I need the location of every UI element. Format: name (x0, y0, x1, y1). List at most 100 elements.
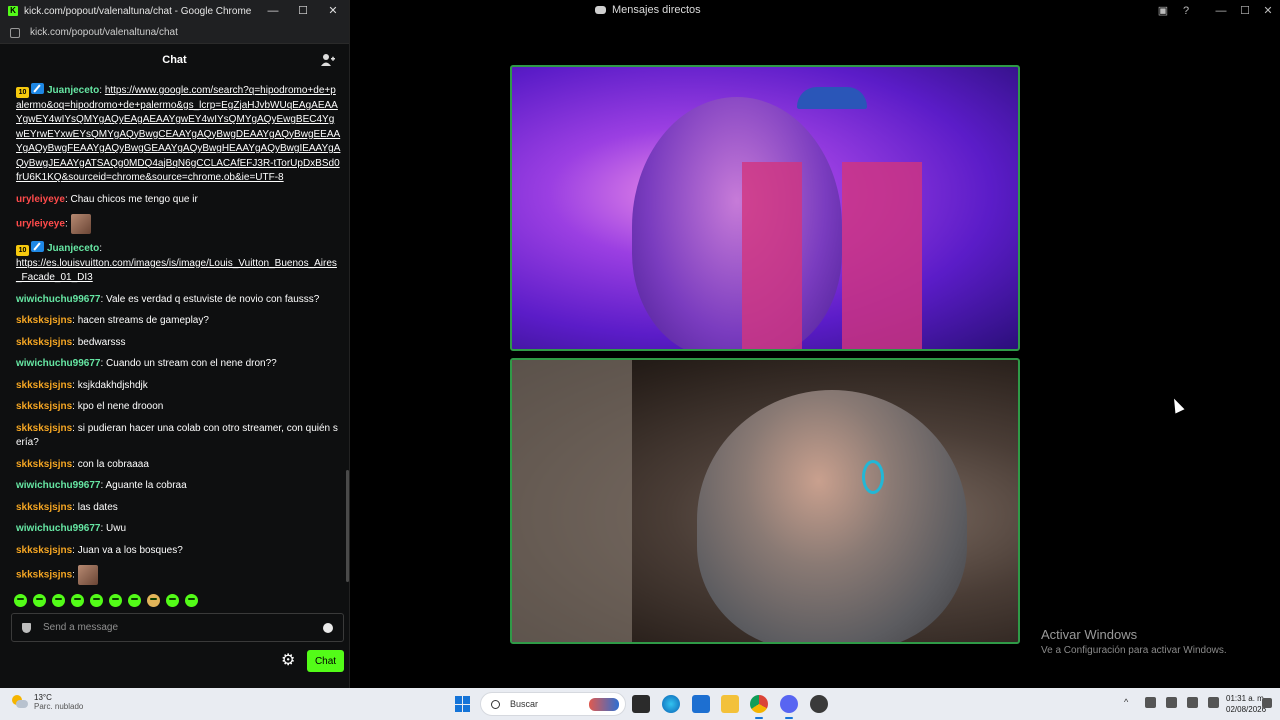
chat-message-link[interactable]: https://es.louisvuitton.com/images/is/im… (16, 258, 337, 284)
discord-taskbar-icon[interactable] (780, 695, 798, 713)
start-button[interactable] (455, 696, 471, 712)
chrome-urlbar[interactable]: kick.com/popout/valenaltuna/chat (0, 22, 349, 44)
chat-message-text: las dates (77, 501, 118, 513)
emote-3-icon[interactable] (52, 594, 65, 607)
edge-icon[interactable] (662, 695, 680, 713)
lamp-shape (797, 87, 867, 109)
chat-username[interactable]: uryleiyeye (16, 194, 65, 205)
chat-message-text: hacen streams de gameplay? (77, 315, 209, 326)
chat-username[interactable]: skksksjsjns (16, 380, 72, 391)
curtain-right (842, 162, 922, 349)
emote-8-icon[interactable] (147, 594, 160, 607)
chat-message: skksksjsjns: con la cobraaaa (16, 458, 341, 473)
emote-6-icon[interactable] (109, 594, 122, 607)
discord-minimize-button[interactable]: — (1213, 3, 1229, 19)
chat-message-link[interactable]: https://www.google.com/search?q=hipodrom… (16, 85, 340, 183)
activation-subtitle: Ve a Configuración para activar Windows. (1041, 645, 1227, 656)
chat-username[interactable]: Juanjeceto (47, 85, 99, 96)
weather-widget[interactable]: 13°C Parc. nublado (12, 693, 83, 711)
emoji-picker-icon[interactable] (323, 623, 333, 633)
emote-5-icon[interactable] (90, 594, 103, 607)
chat-username[interactable]: wiwichuchu99677 (16, 523, 100, 534)
partly-cloudy-icon (12, 695, 28, 709)
chat-username[interactable]: skksksjsjns (16, 337, 72, 348)
chrome-window-title: kick.com/popout/valenaltuna/chat - Googl… (24, 5, 252, 17)
message-input-box[interactable] (11, 613, 344, 642)
chat-message-text: Uwu (106, 523, 127, 534)
user-add-icon[interactable] (321, 53, 335, 67)
sword-badge-icon (31, 83, 44, 94)
chevron-up-icon[interactable]: ^ (1124, 697, 1135, 708)
taskbar-search[interactable]: Buscar (480, 692, 626, 716)
chat-username[interactable]: skksksjsjns (16, 315, 72, 326)
chat-username[interactable]: wiwichuchu99677 (16, 358, 100, 369)
video-tile-participant-2[interactable] (510, 358, 1020, 644)
shield-icon (22, 622, 31, 633)
chrome-minimize-button[interactable]: — (265, 3, 281, 19)
chat-message-list: 10 Juanjeceto: https://www.google.com/sea… (16, 83, 341, 592)
emote-2-icon[interactable] (33, 594, 46, 607)
chat-message-text: ksjkdakhdjshdjk (77, 379, 148, 391)
discord-title-text: Mensajes directos (612, 4, 701, 16)
chat-username[interactable]: wiwichuchu99677 (16, 480, 100, 491)
chat-separator: : (72, 569, 78, 581)
chat-username[interactable]: skksksjsjns (16, 401, 72, 412)
search-icon (491, 699, 500, 709)
chat-message: uryleiyeye: Chau chicos me tengo que ir (16, 193, 341, 208)
chat-settings-gear-icon[interactable]: ⚙ (281, 653, 296, 669)
chat-username[interactable]: skksksjsjns (16, 570, 72, 581)
chat-username[interactable]: skksksjsjns (16, 545, 72, 556)
chat-username[interactable]: skksksjsjns (16, 502, 72, 513)
windows-activation-notice: Activar Windows Ve a Configuración para … (1041, 627, 1227, 656)
chat-scrollbar[interactable] (346, 470, 349, 582)
file-explorer-icon[interactable] (721, 695, 739, 713)
discord-maximize-button[interactable]: ☐ (1237, 3, 1253, 19)
chat-message-text: bedwarsss (77, 336, 126, 348)
chat-title: Chat (162, 54, 187, 66)
emote-10-icon[interactable] (185, 594, 198, 607)
task-view-icon[interactable] (632, 695, 650, 713)
subscriber-badge-icon: 10 (16, 87, 29, 98)
chat-message-text: Chau chicos me tengo que ir (70, 193, 198, 205)
chrome-taskbar-icon[interactable] (750, 695, 768, 713)
chat-message: wiwichuchu99677: Uwu (16, 522, 341, 537)
weather-description: Parc. nublado (34, 702, 84, 711)
network-icon[interactable] (1145, 697, 1156, 708)
emote-1-icon[interactable] (14, 594, 27, 607)
emote-quick-row (14, 594, 198, 607)
chat-username[interactable]: uryleiyeye (16, 219, 65, 230)
app-taskbar-icon[interactable] (810, 695, 828, 713)
chat-message: wiwichuchu99677: Cuando un stream con el… (16, 357, 341, 372)
chat-username[interactable]: skksksjsjns (16, 459, 72, 470)
inbox-icon[interactable]: ▣ (1155, 3, 1171, 19)
chrome-maximize-button[interactable]: ☐ (295, 3, 311, 19)
help-icon[interactable]: ? (1178, 3, 1194, 19)
curtain-shape (512, 360, 632, 642)
send-chat-button[interactable]: Chat (307, 650, 344, 672)
url-text[interactable]: kick.com/popout/valenaltuna/chat (30, 27, 178, 38)
chat-username[interactable]: Juanjeceto (47, 243, 99, 254)
emote-4-icon[interactable] (71, 594, 84, 607)
emote-7-icon[interactable] (128, 594, 141, 607)
discord-close-button[interactable]: ✕ (1260, 3, 1276, 19)
discord-title: Mensajes directos (595, 4, 701, 16)
chat-message-text: Aguante la cobraa (105, 480, 187, 491)
video-tile-participant-1[interactable] (510, 65, 1020, 351)
microphone-icon[interactable] (1166, 697, 1177, 708)
emote-9-icon[interactable] (166, 594, 179, 607)
discord-titlebar (350, 0, 1280, 22)
chat-username[interactable]: skksksjsjns (16, 423, 72, 434)
chat-message-text: Juan va a los bosques? (77, 544, 183, 556)
system-clock[interactable]: 01:31 a. m. 02/08/2026 (1226, 693, 1266, 715)
chat-emote-image (70, 214, 91, 234)
site-info-icon[interactable] (10, 27, 20, 38)
chat-message: skksksjsjns: bedwarsss (16, 336, 341, 351)
store-icon[interactable] (692, 695, 710, 713)
volume-icon[interactable] (1208, 697, 1219, 708)
wifi-icon[interactable] (1187, 697, 1198, 708)
chat-username[interactable]: wiwichuchu99677 (16, 294, 100, 305)
notification-bell-icon[interactable] (1262, 698, 1272, 708)
chat-message: 10 Juanjeceto: https://www.google.com/sea… (16, 83, 341, 186)
chrome-close-button[interactable]: ✕ (325, 3, 341, 19)
message-input[interactable] (43, 622, 313, 633)
